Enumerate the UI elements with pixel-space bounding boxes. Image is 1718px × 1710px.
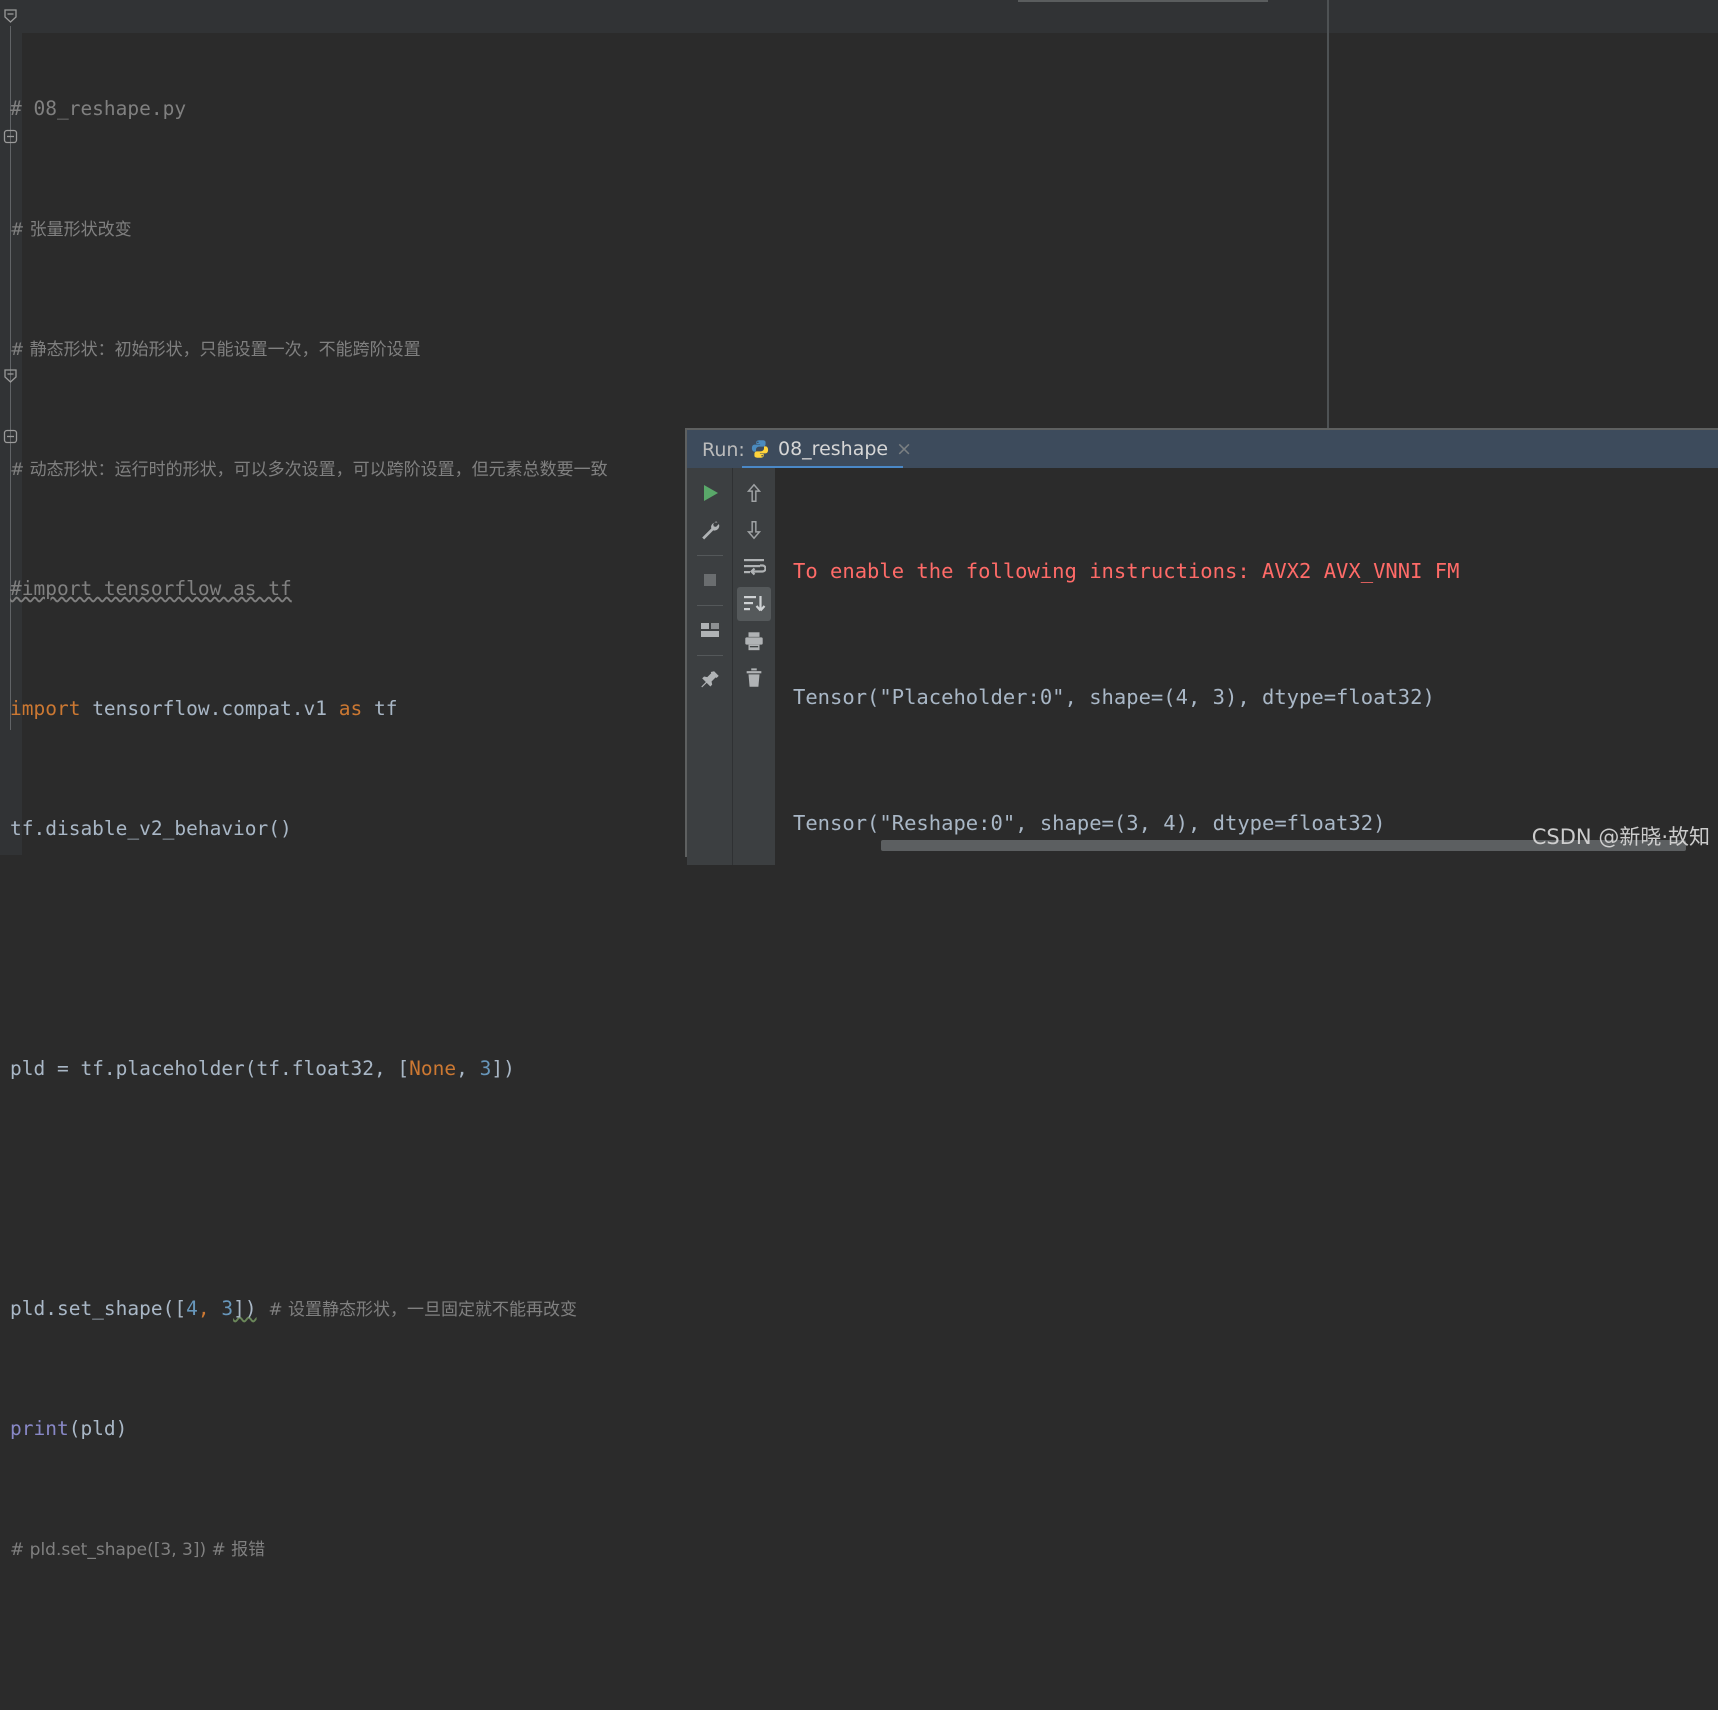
code-line: print(pld) bbox=[10, 1414, 1330, 1444]
code-token-comment: # 动态形状：运行时的形状，可以多次设置，可以跨阶设置，但元素总数要一致 bbox=[10, 460, 608, 480]
code-token-comment: # 张量形状改变 bbox=[10, 220, 132, 240]
code-token-comment: # pld.set_shape([3, 3]) # 报错 bbox=[10, 1540, 266, 1560]
code-line: # 张量形状改变 bbox=[10, 214, 1330, 244]
python-icon bbox=[751, 440, 769, 458]
settings-button[interactable] bbox=[693, 513, 727, 547]
code-token-number: 4 bbox=[186, 1297, 198, 1320]
code-token-args: (pld) bbox=[68, 1417, 128, 1440]
scroll-down-button[interactable] bbox=[737, 513, 771, 547]
run-toolbar-right bbox=[733, 468, 775, 865]
code-token-comment: #import tensorflow as tf bbox=[10, 577, 292, 600]
run-tab-08-reshape[interactable]: 08_reshape × bbox=[742, 430, 922, 468]
code-token-expr: pld.set_shape([ bbox=[10, 1297, 187, 1320]
run-console-output[interactable]: To enable the following instructions: AV… bbox=[775, 468, 1718, 857]
code-line: # pld.set_shape([3, 3]) # 报错 bbox=[10, 1534, 1330, 1564]
run-label: Run: bbox=[702, 439, 745, 461]
code-line: pld.set_shape([4, 3]) # 设置静态形状，一旦固定就不能再改… bbox=[10, 1294, 1330, 1324]
code-token-comment: # 静态形状：初始形状，只能设置一次，不能跨阶设置 bbox=[10, 340, 421, 360]
code-token-function: print bbox=[10, 1417, 69, 1440]
scroll-to-end-button[interactable] bbox=[737, 587, 771, 621]
console-line: Tensor("Placeholder:0", shape=(4, 3), dt… bbox=[793, 676, 1459, 718]
soft-wrap-button[interactable] bbox=[737, 550, 771, 584]
console-line-output: Tensor("Placeholder:0", shape=(4, 3), dt… bbox=[793, 685, 1435, 709]
layout-button[interactable] bbox=[693, 613, 727, 647]
pin-button[interactable] bbox=[693, 663, 727, 697]
console-line: Tensor("Reshape:0", shape=(3, 4), dtype=… bbox=[793, 802, 1459, 844]
code-content[interactable]: # 08_reshape.py # 张量形状改变 # 静态形状：初始形状，只能设… bbox=[10, 4, 1330, 1710]
code-token-expr: pld = tf.placeholder(tf.float32, [ bbox=[10, 1057, 410, 1080]
code-token-number: 3 bbox=[479, 1057, 492, 1080]
code-token-module: tensorflow.compat.v1 bbox=[80, 697, 339, 720]
code-line: # 静态形状：初始形状，只能设置一次，不能跨阶设置 bbox=[10, 334, 1330, 364]
code-line: # 08_reshape.py bbox=[10, 94, 1330, 124]
code-line: pld = tf.placeholder(tf.float32, [None, … bbox=[10, 1054, 1330, 1084]
toolbar-separator bbox=[696, 555, 723, 556]
scroll-up-button[interactable] bbox=[737, 476, 771, 510]
run-tab-label: 08_reshape bbox=[778, 438, 889, 460]
run-tool-window-header: Run: 08_reshape × bbox=[687, 430, 1718, 469]
csdn-watermark: CSDN @新晓·故知 bbox=[1531, 825, 1710, 849]
code-token-comma: , bbox=[197, 1297, 222, 1320]
run-tool-window: Run: 08_reshape × To enable the followin… bbox=[685, 428, 1718, 865]
console-line: To enable the following instructions: AV… bbox=[793, 550, 1459, 592]
run-toolbar-left bbox=[687, 468, 733, 865]
code-token-tail: ]) bbox=[233, 1297, 257, 1320]
code-token-comment: # 08_reshape.py bbox=[10, 97, 187, 120]
toolbar-separator bbox=[696, 655, 723, 656]
print-button[interactable] bbox=[737, 624, 771, 658]
code-token-tail: ]) bbox=[491, 1057, 515, 1080]
code-token-comma: , bbox=[456, 1057, 480, 1080]
close-icon[interactable]: × bbox=[896, 438, 912, 460]
editor-top-rule bbox=[1018, 0, 1268, 2]
clear-all-button[interactable] bbox=[737, 661, 771, 695]
code-token-keyword: import bbox=[10, 697, 81, 720]
toolbar-separator bbox=[696, 605, 723, 606]
code-token-call: tf.disable_v2_behavior() bbox=[10, 817, 292, 840]
code-token-alias: tf bbox=[362, 697, 398, 720]
stop-button[interactable] bbox=[693, 563, 727, 597]
code-token-none: None bbox=[409, 1057, 457, 1080]
code-token-comment: # 设置静态形状，一旦固定就不能再改变 bbox=[268, 1300, 577, 1320]
code-token-number: 3 bbox=[221, 1297, 234, 1320]
console-text: To enable the following instructions: AV… bbox=[793, 468, 1459, 857]
code-token-keyword: as bbox=[338, 697, 363, 720]
console-line-output: Tensor("Reshape:0", shape=(3, 4), dtype=… bbox=[793, 811, 1386, 835]
console-line-error: To enable the following instructions: AV… bbox=[793, 559, 1460, 583]
run-button[interactable] bbox=[693, 476, 727, 510]
